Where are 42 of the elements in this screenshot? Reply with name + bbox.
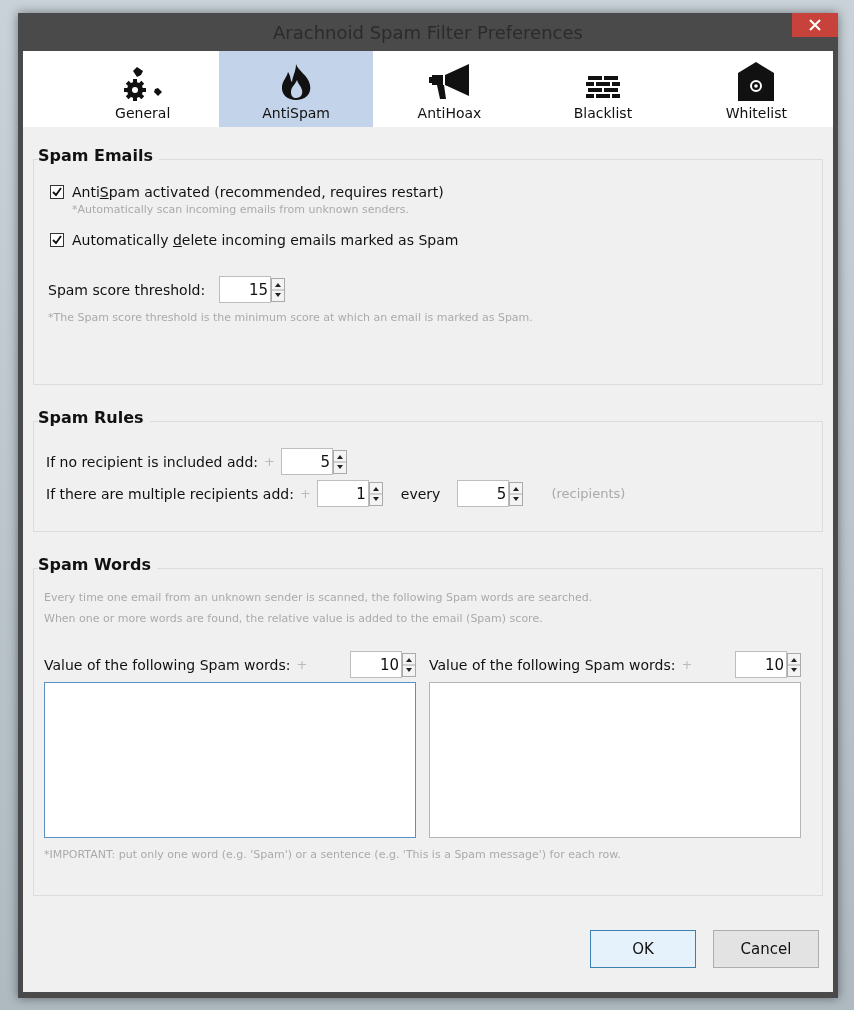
number-field[interactable]: 1: [316, 480, 369, 507]
number-field[interactable]: 5: [457, 480, 510, 507]
plus-sign: +: [299, 486, 311, 501]
section-title: Spam Rules: [38, 408, 150, 427]
dialog-button[interactable]: OK: [590, 930, 696, 968]
spin-buttons[interactable]: [271, 277, 286, 302]
section-title: Spam Emails: [38, 146, 159, 165]
word-list-field[interactable]: [44, 682, 416, 838]
field-label: every: [400, 485, 441, 502]
description-text: When one or more words are found, the relative value is added to the email (Spam) score.: [44, 612, 544, 625]
brick-wall-icon: [585, 75, 620, 101]
field-label: Value of the following Spam words:: [44, 656, 291, 673]
field-label: If there are multiple recipients add:: [46, 485, 294, 502]
number-field[interactable]: 5: [280, 448, 333, 475]
description-text: Every time one email from an unknown sender is scanned, the following Spam words are searched.: [44, 591, 594, 604]
field-label: If no recipient is included add:: [46, 453, 258, 470]
checkbox[interactable]: [50, 185, 64, 199]
number-field[interactable]: 10: [350, 651, 402, 678]
plus-sign: +: [681, 657, 693, 672]
hint-text: *Automatically scan incoming emails from unknown senders.: [72, 203, 410, 216]
unit-label: (recipients): [551, 486, 626, 501]
checkbox-label: Automatically delete incoming emails marked as Spam: [72, 232, 459, 248]
word-list-field[interactable]: [429, 682, 801, 838]
number-field[interactable]: 10: [735, 651, 787, 678]
plus-sign: +: [264, 454, 275, 469]
spin-buttons[interactable]: [402, 652, 416, 677]
checkbox[interactable]: [50, 233, 64, 247]
plus-sign: +: [296, 657, 308, 672]
section-title: Spam Words: [38, 555, 157, 574]
spin-buttons[interactable]: [509, 481, 524, 506]
hint-text: *IMPORTANT: put only one word (e.g. 'Spam') or a sentence (e.g. 'This is a Spam message') for each row.: [44, 848, 622, 861]
dialog-button[interactable]: Cancel: [713, 930, 819, 968]
hint-text: *The Spam score threshold is the minimum score at which an email is marked as Spam.: [48, 311, 534, 324]
field-label: Spam score threshold:: [48, 281, 206, 298]
tab[interactable]: AntiSpam: [219, 51, 373, 127]
close-icon: [809, 19, 821, 31]
megaphone-icon: [428, 63, 471, 101]
number-field[interactable]: 15: [219, 276, 272, 303]
checkbox-label: AntiSpam activated (recommended, requires restart): [72, 184, 444, 200]
close-button[interactable]: [792, 13, 838, 37]
field-label: Value of the following Spam words:: [429, 656, 676, 673]
spin-buttons[interactable]: [787, 652, 801, 677]
